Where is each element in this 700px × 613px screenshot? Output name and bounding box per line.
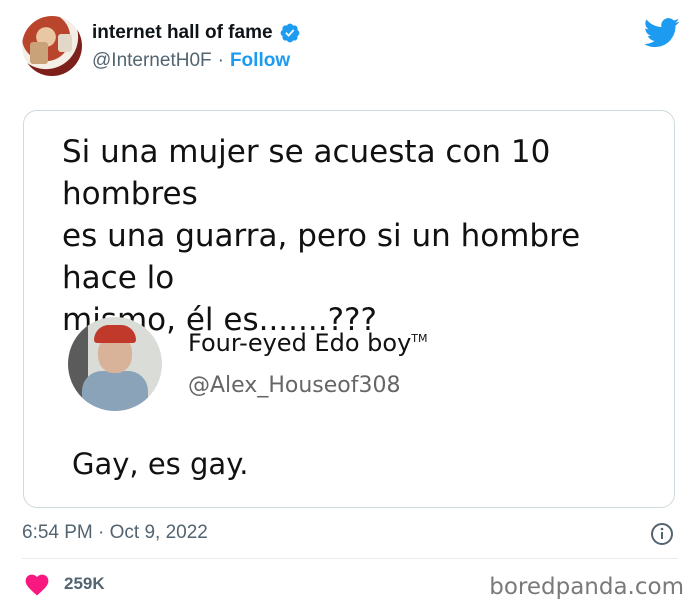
likes-row[interactable]: 259K bbox=[24, 572, 105, 596]
divider bbox=[22, 558, 678, 559]
reply-text: Gay, es gay. bbox=[72, 447, 249, 481]
tweet-timestamp[interactable]: 6:54 PM · Oct 9, 2022 bbox=[22, 522, 208, 544]
author-name-row: internet hall of fame bbox=[92, 22, 301, 44]
info-icon[interactable] bbox=[650, 522, 674, 546]
heart-icon[interactable] bbox=[24, 572, 50, 596]
twitter-bird-icon[interactable] bbox=[644, 18, 680, 48]
verified-badge-icon bbox=[280, 23, 299, 43]
watermark: boredpanda.com bbox=[489, 574, 684, 600]
quoted-tweet-text: Si una mujer se acuesta con 10 hombres e… bbox=[62, 134, 581, 338]
like-count: 259K bbox=[64, 574, 105, 593]
reply-author-name: Four-eyed Edo boyTM bbox=[188, 329, 428, 357]
reply-author-avatar bbox=[68, 317, 162, 411]
follow-button[interactable]: Follow bbox=[230, 50, 290, 72]
reply-author-handle: @Alex_Houseof308 bbox=[188, 373, 401, 398]
author-handle-row: @InternetH0F · Follow bbox=[92, 50, 290, 72]
separator-dot: · bbox=[217, 50, 224, 71]
trademark: TM bbox=[411, 332, 428, 345]
quoted-media-card[interactable]: Si una mujer se acuesta con 10 hombres e… bbox=[23, 110, 675, 508]
tweet-header: internet hall of fame @InternetH0F · Fol… bbox=[22, 16, 680, 80]
author-avatar[interactable] bbox=[22, 16, 82, 76]
tweet-meta: 6:54 PM · Oct 9, 2022 bbox=[22, 522, 674, 548]
author-handle[interactable]: @InternetH0F bbox=[92, 50, 212, 72]
author-name[interactable]: internet hall of fame bbox=[92, 22, 273, 44]
